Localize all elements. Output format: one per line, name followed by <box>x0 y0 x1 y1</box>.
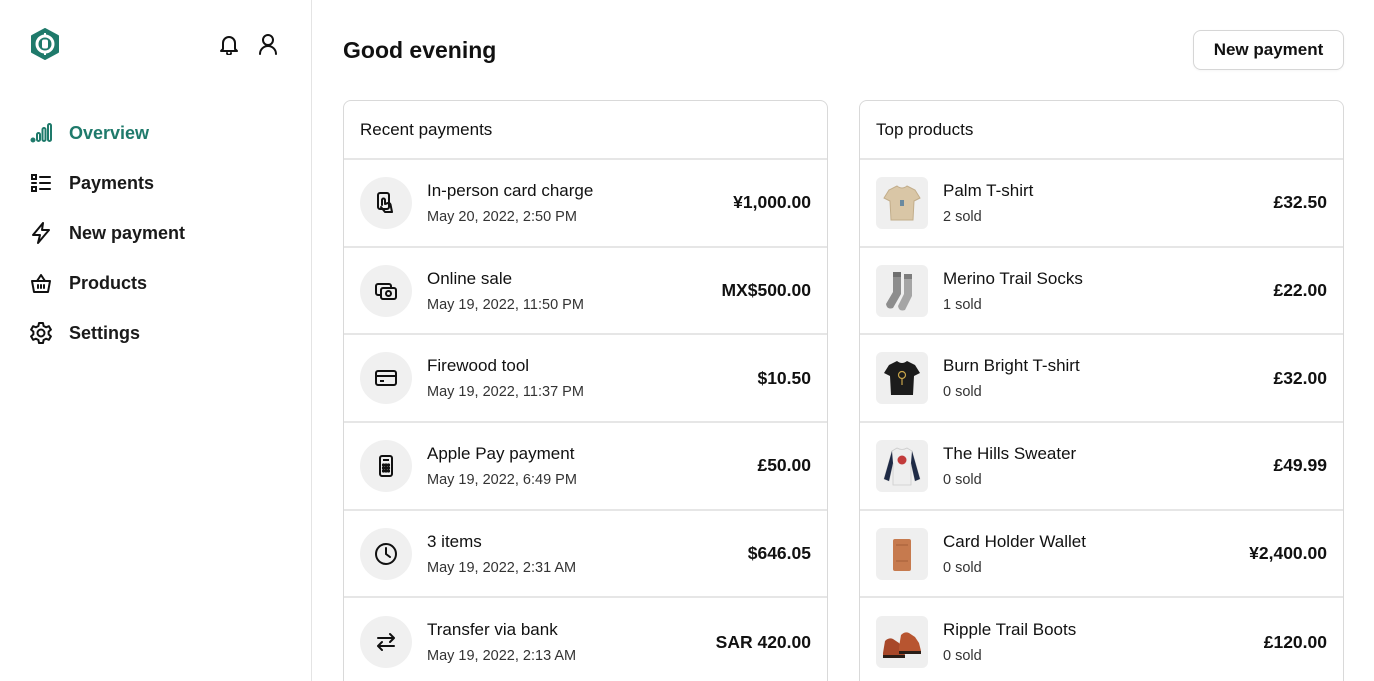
product-price: £120.00 <box>1263 631 1327 652</box>
card-tap-icon <box>360 176 412 229</box>
product-name: Ripple Trail Boots <box>943 620 1077 640</box>
sidebar-nav: Overview Payments New payment Products S… <box>29 108 289 358</box>
payment-row[interactable]: In-person card charge May 20, 2022, 2:50… <box>344 160 827 248</box>
clock-icon <box>360 527 412 580</box>
phone-pay-icon <box>360 439 412 492</box>
product-row[interactable]: The Hills Sweater 0 sold £49.99 <box>860 423 1343 511</box>
top-products-title: Top products <box>860 101 1343 160</box>
nav-label-settings: Settings <box>69 322 141 343</box>
gear-icon <box>29 321 53 345</box>
payment-amount: £50.00 <box>757 455 811 476</box>
nav-item-overview[interactable]: Overview <box>29 108 289 158</box>
payment-date: May 19, 2022, 11:37 PM <box>427 384 584 401</box>
payment-amount: $10.50 <box>757 367 811 388</box>
wallet-image <box>876 527 928 580</box>
product-row[interactable]: Merino Trail Socks 1 sold £22.00 <box>860 248 1343 336</box>
product-sold: 0 sold <box>943 559 982 576</box>
nav-label-payments: Payments <box>69 172 155 193</box>
payment-title: In-person card charge <box>427 180 594 200</box>
payment-title: 3 items <box>427 531 482 551</box>
main-content: Good evening New payment Recent payments… <box>313 0 1374 681</box>
nav-label-overview: Overview <box>69 122 150 143</box>
chart-bars-icon <box>29 121 53 145</box>
page-title: Good evening <box>343 37 497 63</box>
product-row[interactable]: Card Holder Wallet 0 sold ¥2,400.00 <box>860 511 1343 599</box>
product-name: Palm T-shirt <box>943 180 1034 200</box>
tan-tshirt-image <box>876 176 928 229</box>
product-sold: 1 sold <box>943 296 982 313</box>
payment-row[interactable]: Firewood tool May 19, 2022, 11:37 PM $10… <box>344 335 827 424</box>
payment-date: May 20, 2022, 2:50 PM <box>427 208 577 225</box>
product-row[interactable]: Burn Bright T-shirt 0 sold £32.00 <box>860 335 1343 424</box>
product-price: £32.50 <box>1273 192 1327 213</box>
transfer-arrows-icon <box>360 616 412 669</box>
bell-icon[interactable] <box>218 33 240 55</box>
product-sold: 2 sold <box>943 208 982 225</box>
product-row[interactable]: Palm T-shirt 2 sold £32.50 <box>860 160 1343 248</box>
product-sold: 0 sold <box>943 471 982 488</box>
nav-label-products: Products <box>69 272 148 293</box>
product-sold: 0 sold <box>943 648 982 665</box>
payment-row[interactable]: 3 items May 19, 2022, 2:31 AM $646.05 <box>344 511 827 599</box>
black-tshirt-image <box>876 352 928 405</box>
payment-amount: MX$500.00 <box>721 280 811 301</box>
basket-icon <box>29 271 53 295</box>
product-price: £49.99 <box>1273 455 1327 476</box>
payment-amount: SAR 420.00 <box>715 631 811 652</box>
nav-item-new-payment[interactable]: New payment <box>29 208 289 258</box>
payment-amount: $646.05 <box>747 543 811 564</box>
credit-card-icon <box>360 352 412 405</box>
app-logo[interactable] <box>29 28 61 60</box>
product-price: ¥2,400.00 <box>1249 543 1327 564</box>
nav-item-products[interactable]: Products <box>29 258 289 308</box>
payment-date: May 19, 2022, 6:49 PM <box>427 471 577 488</box>
product-name: Burn Bright T-shirt <box>943 356 1080 376</box>
recent-payments-title: Recent payments <box>344 101 827 160</box>
nav-item-settings[interactable]: Settings <box>29 308 289 358</box>
product-name: Merino Trail Socks <box>943 268 1083 288</box>
boots-image <box>876 616 928 669</box>
user-icon[interactable] <box>257 33 279 55</box>
recent-payments-panel: Recent payments In-person card charge Ma… <box>343 100 828 681</box>
nav-item-payments[interactable]: Payments <box>29 158 289 208</box>
product-row[interactable]: Ripple Trail Boots 0 sold £120.00 <box>860 598 1343 681</box>
product-name: Card Holder Wallet <box>943 531 1086 551</box>
new-payment-button[interactable]: New payment <box>1193 30 1344 70</box>
product-price: £32.00 <box>1273 367 1327 388</box>
payment-title: Transfer via bank <box>427 620 558 640</box>
payment-row[interactable]: Online sale May 19, 2022, 11:50 PM MX$50… <box>344 248 827 336</box>
product-sold: 0 sold <box>943 384 982 401</box>
sidebar: Overview Payments New payment Products S… <box>0 0 312 681</box>
payment-amount: ¥1,000.00 <box>733 192 811 213</box>
list-icon <box>29 171 53 195</box>
online-sale-icon <box>360 264 412 317</box>
product-price: £22.00 <box>1273 280 1327 301</box>
payment-row[interactable]: Transfer via bank May 19, 2022, 2:13 AM … <box>344 598 827 681</box>
nav-label-new-payment: New payment <box>69 222 186 243</box>
socks-image <box>876 264 928 317</box>
product-name: The Hills Sweater <box>943 443 1077 463</box>
payment-date: May 19, 2022, 11:50 PM <box>427 296 584 313</box>
payment-date: May 19, 2022, 2:31 AM <box>427 559 577 576</box>
payment-title: Firewood tool <box>427 356 530 376</box>
payment-row[interactable]: Apple Pay payment May 19, 2022, 6:49 PM … <box>344 423 827 511</box>
lightning-icon <box>29 221 53 245</box>
sweater-image <box>876 439 928 492</box>
payment-title: Apple Pay payment <box>427 443 575 463</box>
top-products-panel: Top products Palm T-shirt 2 sold £32.50 <box>859 100 1344 681</box>
payment-title: Online sale <box>427 268 513 288</box>
payment-date: May 19, 2022, 2:13 AM <box>427 648 577 665</box>
